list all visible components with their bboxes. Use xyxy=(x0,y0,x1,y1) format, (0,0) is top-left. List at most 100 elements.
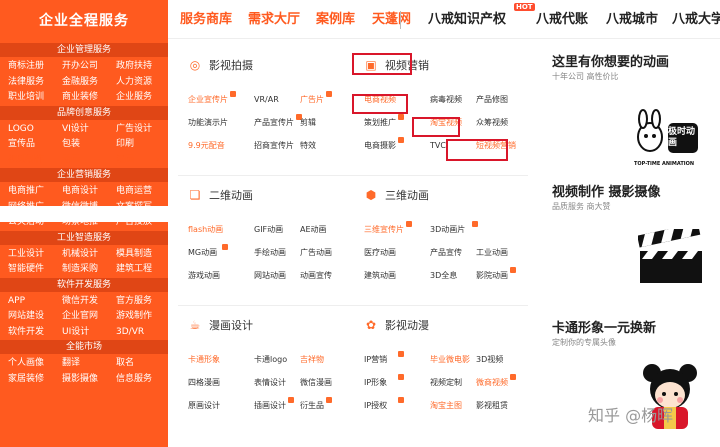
service-link[interactable]: 吉祥物 xyxy=(300,354,324,366)
section-title[interactable]: ⬢ 三维动画 xyxy=(364,187,429,203)
sidebar-item[interactable]: 广告投放 xyxy=(116,215,152,230)
sidebar-item[interactable]: 职业培训 xyxy=(8,90,44,105)
service-link[interactable]: GIF动画 xyxy=(254,224,283,236)
sidebar-item[interactable]: 文案撰写 xyxy=(116,200,152,215)
sidebar-item[interactable]: 机械设计 xyxy=(62,247,98,262)
sidebar-item[interactable]: 官方服务 xyxy=(116,294,152,309)
sidebar-item[interactable]: 漫画 xyxy=(116,153,134,168)
service-link[interactable]: 三维宣传片 xyxy=(364,224,404,236)
service-link[interactable]: IP形象 xyxy=(364,377,387,389)
sidebar-item[interactable]: 网络推广 xyxy=(8,200,44,215)
sidebar-item[interactable]: 企业官网 xyxy=(62,309,98,324)
promo-title[interactable]: 卡通形象一元换新 xyxy=(552,317,656,336)
service-link[interactable]: 特效 xyxy=(300,140,316,152)
service-link[interactable]: 建筑动画 xyxy=(364,270,396,282)
service-link[interactable]: 广告片 xyxy=(300,94,324,106)
service-link[interactable]: 视频定制 xyxy=(430,377,462,389)
brand-button[interactable]: 企业全程服务 xyxy=(0,0,168,39)
nav-service-library[interactable]: 服务商库 xyxy=(180,0,232,39)
service-link[interactable]: 动画宣传 xyxy=(300,270,332,282)
sidebar-item[interactable]: 制造采购 xyxy=(62,262,98,277)
sidebar-item[interactable]: 人力资源 xyxy=(116,75,152,90)
service-link[interactable]: 医疗动画 xyxy=(364,247,396,259)
sidebar-item[interactable]: VI设计 xyxy=(62,122,89,137)
sidebar-item[interactable]: APP xyxy=(8,294,25,309)
service-link[interactable]: 产品宣传 xyxy=(430,247,462,259)
service-link[interactable]: 手绘动画 xyxy=(254,247,286,259)
service-link[interactable]: 剪辑 xyxy=(300,117,316,129)
nav-accounting[interactable]: 八戒代账 xyxy=(536,0,588,39)
sidebar-item[interactable]: 信息服务 xyxy=(116,372,152,387)
sidebar-item[interactable]: 个人画像 xyxy=(8,356,44,371)
service-link[interactable]: IP授权 xyxy=(364,400,387,412)
service-link[interactable]: 3D全息 xyxy=(430,270,457,282)
sidebar-item[interactable]: 电商设计 xyxy=(62,184,98,199)
service-link[interactable]: 策划推广 xyxy=(364,117,396,129)
sidebar-item[interactable]: 网站建设 xyxy=(8,309,44,324)
service-link[interactable]: 淘宝主图 xyxy=(430,400,462,412)
sidebar-item[interactable]: 广告设计 xyxy=(116,122,152,137)
service-link[interactable]: 毕业微电影 xyxy=(430,354,470,366)
nav-tianpeng[interactable]: 天蓬网 xyxy=(372,0,411,39)
sidebar-item[interactable]: 电商推广 xyxy=(8,184,44,199)
nav-demand-hall[interactable]: 需求大厅 xyxy=(248,0,300,39)
sidebar-item[interactable]: 企业服务 xyxy=(116,90,152,105)
service-link[interactable]: 四格漫画 xyxy=(188,377,220,389)
sidebar-item[interactable]: LOGO xyxy=(8,122,34,137)
service-link[interactable]: 9.9元配音 xyxy=(188,140,225,152)
sidebar-item[interactable]: 家居装修 xyxy=(8,372,44,387)
service-link[interactable]: 功能演示片 xyxy=(188,117,228,129)
sidebar-item[interactable]: 电商运营 xyxy=(116,184,152,199)
service-link[interactable]: 微商视频 xyxy=(476,377,508,389)
service-link[interactable]: 病毒视频 xyxy=(430,94,462,106)
service-link[interactable]: 众筹视频 xyxy=(476,117,508,129)
sidebar-item[interactable]: 取名 xyxy=(116,356,134,371)
service-link[interactable]: 产品宣传片 xyxy=(254,117,294,129)
sidebar-item[interactable]: 翻译 xyxy=(62,356,80,371)
sidebar-item[interactable]: 模具制造 xyxy=(116,247,152,262)
service-link[interactable]: TVC xyxy=(430,140,446,152)
sidebar-item[interactable]: 宣传品 xyxy=(8,137,35,152)
service-link[interactable]: IP营销 xyxy=(364,354,387,366)
sidebar-item[interactable]: 微信开发 xyxy=(62,294,98,309)
nav-city[interactable]: 八戒城市 xyxy=(606,0,658,39)
sidebar-item[interactable]: 摄影摄像 xyxy=(62,372,98,387)
service-link[interactable]: 插画设计 xyxy=(254,400,286,412)
sidebar-item[interactable]: 微信微博 xyxy=(62,200,98,215)
sidebar-item[interactable]: 场景地推 xyxy=(62,215,98,230)
service-link[interactable]: 影院动画 xyxy=(476,270,508,282)
service-link[interactable]: 招商宣传片 xyxy=(254,140,294,152)
service-link[interactable]: AE动画 xyxy=(300,224,327,236)
service-link[interactable]: 产品修图 xyxy=(476,94,508,106)
service-link[interactable]: 3D动画片 xyxy=(430,224,465,236)
service-link[interactable]: 3D视频 xyxy=(476,354,503,366)
promo-title[interactable]: 这里有你想要的动画 xyxy=(552,51,669,70)
sidebar-item[interactable]: 软件开发 xyxy=(8,325,44,340)
sidebar-item[interactable]: 3D/VR xyxy=(116,325,144,340)
section-title[interactable]: ◎ 影视拍摄 xyxy=(188,57,253,73)
service-link[interactable]: MG动画 xyxy=(188,247,217,259)
sidebar-item[interactable]: 游戏制作 xyxy=(116,309,152,324)
promo-title[interactable]: 视频制作 摄影摄像 xyxy=(552,181,661,200)
service-link[interactable]: 电商摄影 xyxy=(364,140,396,152)
sidebar-item[interactable]: 商标注册 xyxy=(8,59,44,74)
sidebar-item[interactable]: UI设计 xyxy=(62,325,89,340)
sidebar-item[interactable]: 印刷 xyxy=(116,137,134,152)
sidebar-item[interactable]: 智能硬件 xyxy=(8,262,44,277)
sidebar-item[interactable]: 金融服务 xyxy=(62,75,98,90)
service-link[interactable]: 微信漫画 xyxy=(300,377,332,389)
service-link[interactable]: 工业动画 xyxy=(476,247,508,259)
service-link[interactable]: 卡通logo xyxy=(254,354,287,366)
service-link[interactable]: VR/AR xyxy=(254,94,279,106)
sidebar-item[interactable]: 开办公司 xyxy=(62,59,98,74)
service-link[interactable]: 影视租赁 xyxy=(476,400,508,412)
sidebar-item[interactable]: 商业装修 xyxy=(62,90,98,105)
service-link[interactable]: 网站动画 xyxy=(254,270,286,282)
sidebar-item[interactable]: 法律服务 xyxy=(8,75,44,90)
service-link[interactable]: 卡通形象 xyxy=(188,354,220,366)
sidebar-item[interactable]: 政府扶持 xyxy=(116,59,152,74)
promo-logo[interactable]: 极时动画 TOP-TIME ANIMATION xyxy=(630,109,704,173)
nav-ip[interactable]: 八戒知识产权 xyxy=(428,0,506,39)
sidebar-item[interactable]: 公关活动 xyxy=(8,215,44,230)
nav-case-library[interactable]: 案例库 xyxy=(316,0,355,39)
